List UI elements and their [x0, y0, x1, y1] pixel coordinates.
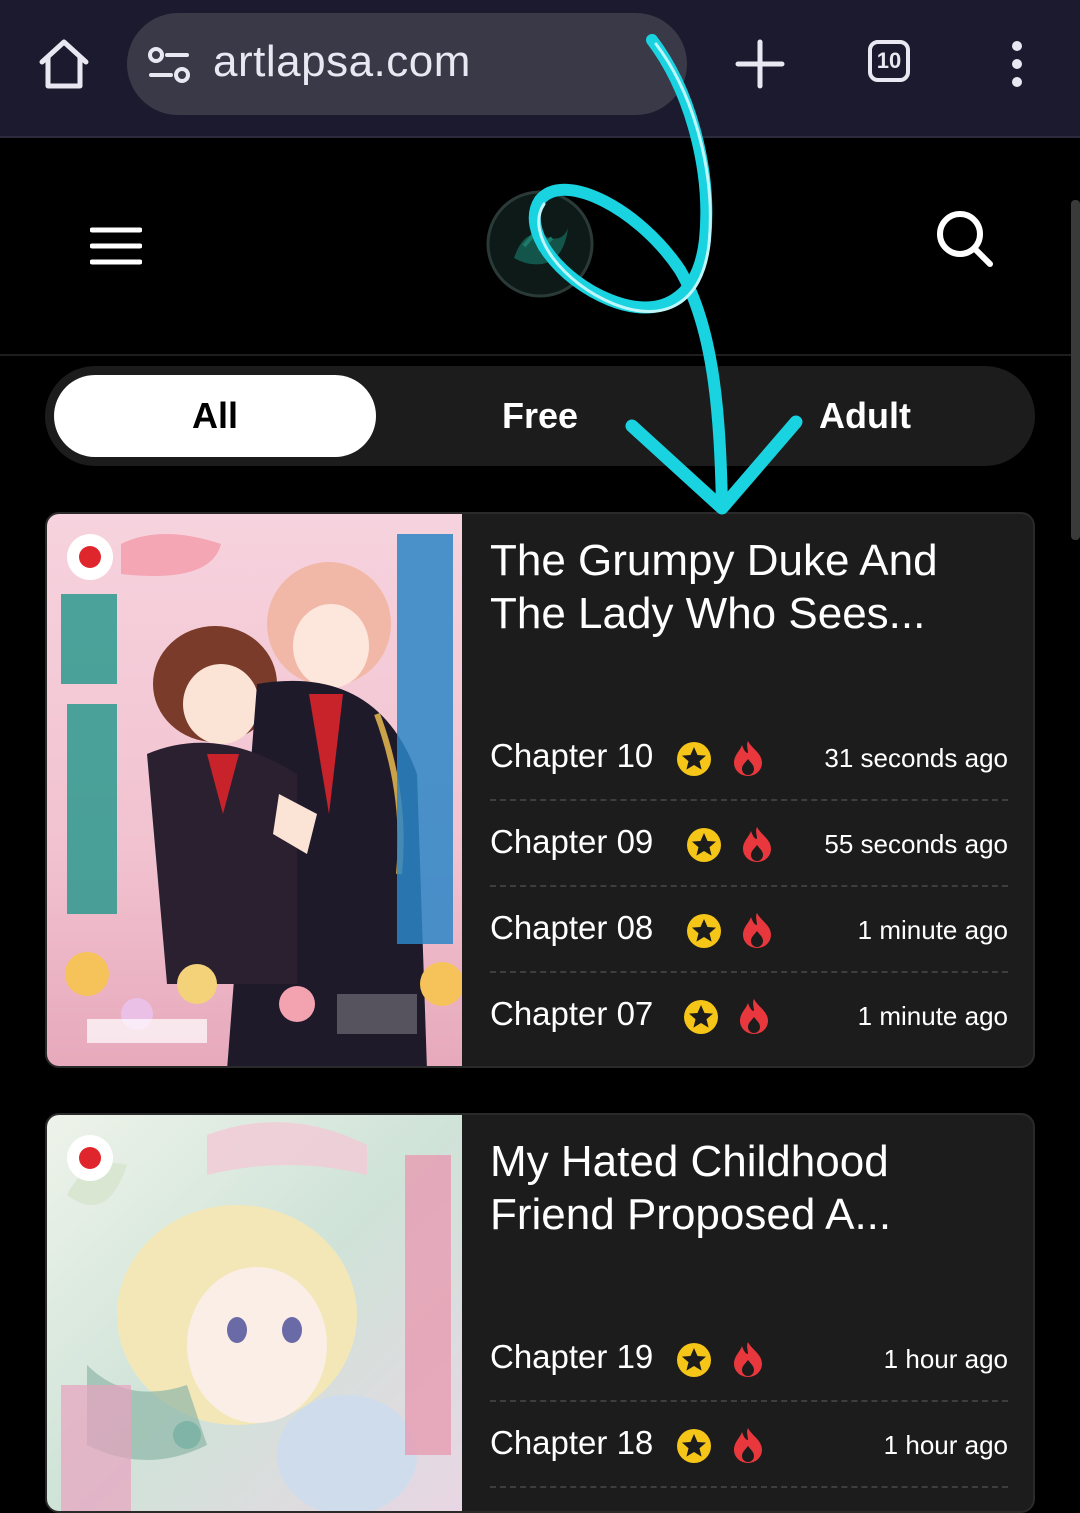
series-title[interactable]: My Hated Childhood Friend Proposed A... — [490, 1135, 1010, 1241]
plus-icon[interactable] — [734, 38, 786, 90]
star-icon — [683, 999, 719, 1035]
chapter-label[interactable]: Chapter 18 — [490, 1424, 653, 1462]
fire-icon — [732, 739, 764, 777]
chapter-label[interactable]: Chapter 19 — [490, 1338, 653, 1376]
scrollbar-thumb[interactable] — [1071, 200, 1080, 540]
fire-icon — [741, 911, 773, 949]
chapter-time: 1 hour ago — [883, 1344, 1008, 1374]
fire-icon — [732, 1340, 764, 1378]
tab-free[interactable]: Free — [379, 375, 701, 457]
chapter-label[interactable]: Chapter 07 — [490, 995, 653, 1033]
chapter-time: 31 seconds ago — [824, 743, 1008, 773]
hamburger-menu-icon[interactable] — [89, 226, 143, 266]
series-title[interactable]: The Grumpy Duke And The Lady Who Sees... — [490, 534, 1010, 640]
search-icon[interactable] — [934, 208, 996, 270]
chapter-label[interactable]: Chapter 09 — [490, 823, 653, 861]
series-card[interactable]: The Grumpy Duke And The Lady Who Sees...… — [45, 512, 1035, 1068]
tab-all[interactable]: All — [54, 375, 376, 457]
series-cover-image[interactable] — [47, 1115, 462, 1511]
japan-flag-icon — [67, 534, 113, 580]
home-icon[interactable] — [36, 36, 92, 92]
star-icon — [686, 913, 722, 949]
fire-icon — [741, 825, 773, 863]
chapter-row[interactable]: Chapter 07 1 minute ago — [490, 973, 1008, 1059]
site-logo[interactable] — [484, 188, 596, 300]
chapter-time: 55 seconds ago — [824, 829, 1008, 859]
fire-icon — [732, 1426, 764, 1464]
chapter-label[interactable]: Chapter 08 — [490, 909, 653, 947]
site-header — [0, 138, 1080, 356]
chapter-label[interactable]: Chapter 10 — [490, 737, 653, 775]
browser-toolbar: artlapsa.com 10 — [0, 0, 1080, 138]
chapter-time: 1 hour ago — [883, 1430, 1008, 1460]
star-icon — [676, 741, 712, 777]
site-info-icon[interactable] — [147, 43, 191, 87]
chapter-row[interactable]: Chapter 09 55 seconds ago — [490, 801, 1008, 887]
chapter-row[interactable]: Chapter 19 1 hour ago — [490, 1316, 1008, 1402]
kebab-menu-icon[interactable] — [1006, 40, 1028, 90]
tab-adult[interactable]: Adult — [704, 375, 1026, 457]
chapter-time: 1 minute ago — [857, 1001, 1008, 1031]
chapter-row[interactable]: Chapter 08 1 minute ago — [490, 887, 1008, 973]
chapter-time: 1 minute ago — [857, 915, 1008, 945]
series-card[interactable]: My Hated Childhood Friend Proposed A... … — [45, 1113, 1035, 1513]
chapter-row[interactable]: Chapter 10 31 seconds ago — [490, 715, 1008, 801]
star-icon — [676, 1342, 712, 1378]
series-cover-image[interactable] — [47, 514, 462, 1066]
star-icon — [686, 827, 722, 863]
url-text[interactable]: artlapsa.com — [213, 37, 471, 87]
tab-switcher-icon[interactable]: 10 — [868, 40, 910, 82]
chapter-row[interactable]: Chapter 18 1 hour ago — [490, 1402, 1008, 1488]
filter-tabs: All Free Adult — [45, 366, 1035, 466]
fire-icon — [738, 997, 770, 1035]
japan-flag-icon — [67, 1135, 113, 1181]
address-bar[interactable]: artlapsa.com — [127, 13, 687, 115]
star-icon — [676, 1428, 712, 1464]
